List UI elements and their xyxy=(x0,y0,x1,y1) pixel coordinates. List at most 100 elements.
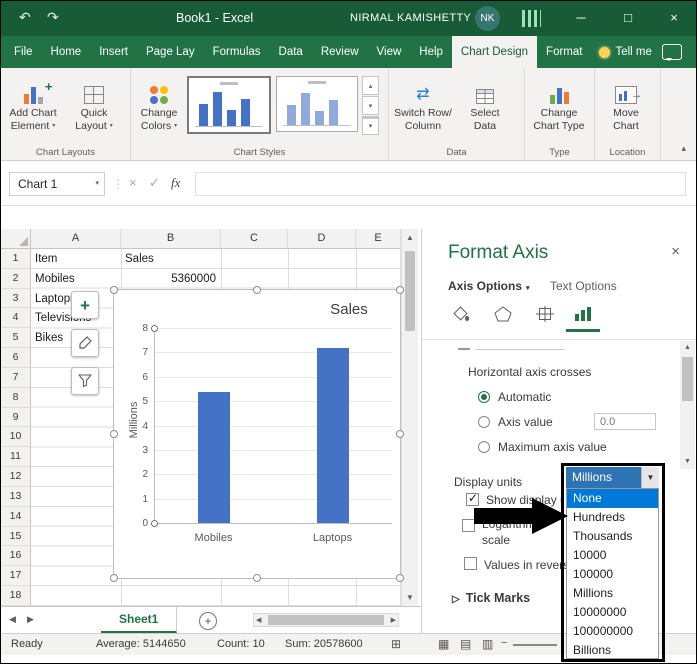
panel-scroll-thumb[interactable] xyxy=(682,357,693,401)
ribbon-tab-home[interactable]: Home xyxy=(42,36,91,68)
page-break-view-icon[interactable]: ▥ xyxy=(482,637,493,651)
chart-title[interactable]: Sales xyxy=(330,301,368,318)
row-header-17[interactable]: 17 xyxy=(1,566,31,587)
radio-maximum-axis-value[interactable]: Maximum axis value xyxy=(478,439,607,455)
display-units-option-Billions[interactable]: Billions xyxy=(567,641,658,660)
cell-B2[interactable]: 5360000 xyxy=(125,272,216,286)
macro-grid-icon[interactable]: ⊞ xyxy=(391,637,401,651)
select-data-button[interactable]: Select Data xyxy=(457,72,513,133)
display-units-option-Millions[interactable]: Millions xyxy=(567,584,658,603)
axis-handle-top[interactable] xyxy=(151,325,158,332)
row-header-5[interactable]: 5 xyxy=(1,328,31,349)
row-header-7[interactable]: 7 xyxy=(1,367,31,388)
vertical-scroll-thumb[interactable] xyxy=(405,251,415,331)
gallery-up-icon[interactable]: ▴ xyxy=(362,76,379,95)
size-properties-icon[interactable] xyxy=(532,301,558,327)
display-units-combobox[interactable]: Millions ▼ xyxy=(566,467,659,488)
ribbon-tab-formulas[interactable]: Formulas xyxy=(204,36,270,68)
show-display-units-checkbox[interactable] xyxy=(466,491,479,506)
chart-bar-Laptops[interactable] xyxy=(316,347,349,523)
axis-options-chart-icon[interactable] xyxy=(570,301,596,327)
change-colors-button[interactable]: Change Colors ▾ xyxy=(131,72,187,133)
quick-layout-button[interactable]: Change Quick Layout ▾ xyxy=(65,72,123,133)
chart-selection-handle[interactable] xyxy=(253,286,261,294)
avatar[interactable]: NK xyxy=(475,6,500,31)
maximize-button[interactable]: □ xyxy=(614,10,642,25)
ribbon-tab-view[interactable]: View xyxy=(368,36,411,68)
tell-me[interactable]: Tell me xyxy=(599,36,652,68)
effects-icon[interactable] xyxy=(490,301,516,327)
values-reverse-checkbox[interactable] xyxy=(464,557,477,570)
chart-selection-handle[interactable] xyxy=(396,286,404,294)
close-icon[interactable]: × xyxy=(671,243,680,260)
scroll-left-icon[interactable]: ◀ xyxy=(256,616,261,624)
tab-axis-options[interactable]: Axis Options ▾ xyxy=(448,279,530,293)
sheet-nav-left-icon[interactable]: ◀ xyxy=(9,614,16,625)
insert-function-icon[interactable]: fx xyxy=(171,175,180,191)
collapse-ribbon-icon[interactable]: ▴ xyxy=(681,143,686,154)
display-units-option-Hundreds[interactable]: Hundreds xyxy=(567,508,658,527)
chart-style-2-thumbnail[interactable] xyxy=(276,76,358,132)
ribbon-tab-data[interactable]: Data xyxy=(270,36,312,68)
row-header-13[interactable]: 13 xyxy=(1,486,31,507)
tick-marks-expander[interactable]: ▷ Tick Marks xyxy=(452,591,530,605)
cell-B1[interactable]: Sales xyxy=(125,252,216,266)
row-header-11[interactable]: 11 xyxy=(1,447,31,468)
row-header-18[interactable]: 18 xyxy=(1,586,31,606)
horizontal-scroll-thumb[interactable] xyxy=(268,615,384,625)
chart-styles-button[interactable] xyxy=(71,329,99,357)
chart-elements-button[interactable]: + xyxy=(71,291,99,319)
scroll-down-icon[interactable]: ▼ xyxy=(680,455,695,469)
move-chart-button[interactable]: → Move Chart xyxy=(595,72,657,133)
display-units-option-Thousands[interactable]: Thousands xyxy=(567,527,658,546)
row-header-9[interactable]: 9 xyxy=(1,407,31,428)
chart-selection-handle[interactable] xyxy=(110,574,118,582)
column-header-B[interactable]: B xyxy=(121,229,221,249)
ribbon-tab-review[interactable]: Review xyxy=(312,36,368,68)
chart-bar-Mobiles[interactable] xyxy=(197,392,230,523)
cancel-icon[interactable]: × xyxy=(129,175,137,190)
row-header-12[interactable]: 12 xyxy=(1,467,31,487)
enter-icon[interactable]: ✓ xyxy=(149,175,160,191)
axis-value-input[interactable]: 0.0 xyxy=(594,413,656,430)
chart-selection-handle[interactable] xyxy=(110,430,118,438)
row-header-16[interactable]: 16 xyxy=(1,546,31,567)
sheet-nav-right-icon[interactable]: ▶ xyxy=(27,614,34,625)
row-header-10[interactable]: 10 xyxy=(1,427,31,448)
scroll-up-icon[interactable]: ▲ xyxy=(680,344,695,351)
sheet-tab-sheet1[interactable]: Sheet1 xyxy=(101,607,178,633)
row-header-14[interactable]: 14 xyxy=(1,506,31,527)
normal-view-icon[interactable]: ▦ xyxy=(438,637,449,651)
minimize-button[interactable]: ─ xyxy=(567,10,595,25)
radio-automatic[interactable]: Automatic xyxy=(478,389,551,405)
cell-A2[interactable]: Mobiles xyxy=(35,272,116,286)
ribbon-tab-chart-design[interactable]: Chart Design xyxy=(451,36,538,68)
vertical-scrollbar[interactable]: ▲ ▼ xyxy=(401,229,418,606)
formula-input[interactable] xyxy=(195,172,686,196)
scroll-right-icon[interactable]: ▶ xyxy=(391,616,396,624)
row-header-6[interactable]: 6 xyxy=(1,348,31,368)
chevron-down-icon[interactable]: ▾ xyxy=(95,173,99,195)
horizontal-scrollbar[interactable]: ◀ ▶ xyxy=(253,613,399,627)
row-header-4[interactable]: 4 xyxy=(1,308,31,329)
column-header-A[interactable]: A xyxy=(31,229,121,249)
logarithmic-scale-checkbox[interactable] xyxy=(462,519,475,532)
redo-icon[interactable]: ↷ xyxy=(47,9,59,26)
display-units-option-100000[interactable]: 100000 xyxy=(567,565,658,584)
row-header-8[interactable]: 8 xyxy=(1,387,31,408)
gallery-down-icon[interactable]: ▾ xyxy=(362,96,379,115)
select-all-corner[interactable] xyxy=(1,229,31,249)
embedded-chart[interactable]: Sales Millions 0 1 2 3 4 5 6 7 8 Mobiles Laptops xyxy=(110,286,404,582)
row-header-2[interactable]: 2 xyxy=(1,268,31,289)
display-units-option-10000[interactable]: 10000 xyxy=(567,546,658,565)
undo-icon[interactable]: ↶ xyxy=(19,9,31,26)
comments-icon[interactable] xyxy=(662,44,682,61)
column-header-D[interactable]: D xyxy=(288,229,356,249)
ribbon-tab-file[interactable]: File xyxy=(5,36,42,68)
scroll-up-icon[interactable]: ▲ xyxy=(402,233,418,242)
radio-axis-value[interactable]: Axis value xyxy=(478,414,553,430)
switch-row-column-button[interactable]: ⇄ Switch Row/ Column xyxy=(389,72,457,133)
scroll-down-icon[interactable]: ▼ xyxy=(402,593,418,602)
change-chart-type-button[interactable]: Change Chart Type xyxy=(525,72,593,133)
add-sheet-button[interactable]: + xyxy=(199,612,217,630)
